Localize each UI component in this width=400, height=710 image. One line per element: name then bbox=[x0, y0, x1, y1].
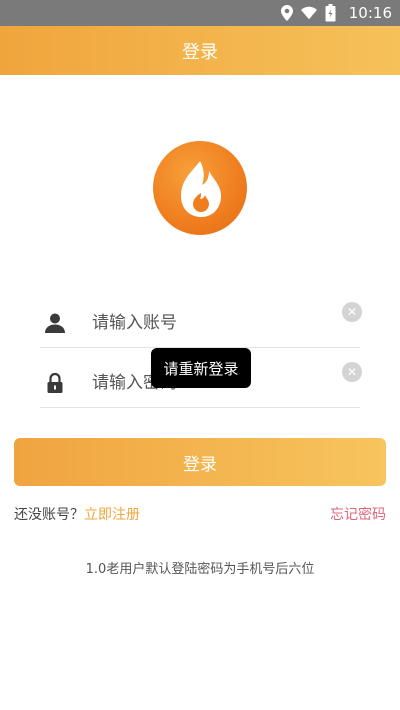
clear-password-icon[interactable]: ✕ bbox=[342, 362, 362, 382]
register-line: 还没账号？立即注册 bbox=[14, 504, 140, 524]
page-title: 登录 bbox=[182, 41, 218, 63]
toast-message: 请重新登录 bbox=[151, 348, 251, 388]
login-button[interactable]: 登录 bbox=[14, 438, 386, 486]
account-input[interactable] bbox=[92, 298, 332, 348]
login-screen: 10:16 登录 ✕ ✕ 请重新登录 登录 还没账号？立即注册 忘记密码 1.0… bbox=[0, 0, 400, 710]
no-account-text: 还没账号？ bbox=[14, 507, 84, 523]
status-bar: 10:16 bbox=[0, 0, 400, 26]
lock-icon bbox=[44, 372, 66, 394]
password-hint: 1.0老用户默认登陆密码为手机号后六位 bbox=[85, 562, 315, 577]
status-time: 10:16 bbox=[348, 4, 392, 22]
flame-logo-icon bbox=[153, 141, 247, 235]
header: 登录 bbox=[0, 26, 400, 75]
battery-icon bbox=[323, 4, 339, 22]
register-link[interactable]: 立即注册 bbox=[84, 507, 140, 523]
clear-account-icon[interactable]: ✕ bbox=[342, 302, 362, 322]
wifi-icon bbox=[300, 5, 317, 21]
location-icon bbox=[279, 5, 295, 21]
user-icon bbox=[44, 312, 66, 334]
account-row: ✕ bbox=[40, 298, 362, 348]
forgot-password-link[interactable]: 忘记密码 bbox=[330, 504, 386, 524]
